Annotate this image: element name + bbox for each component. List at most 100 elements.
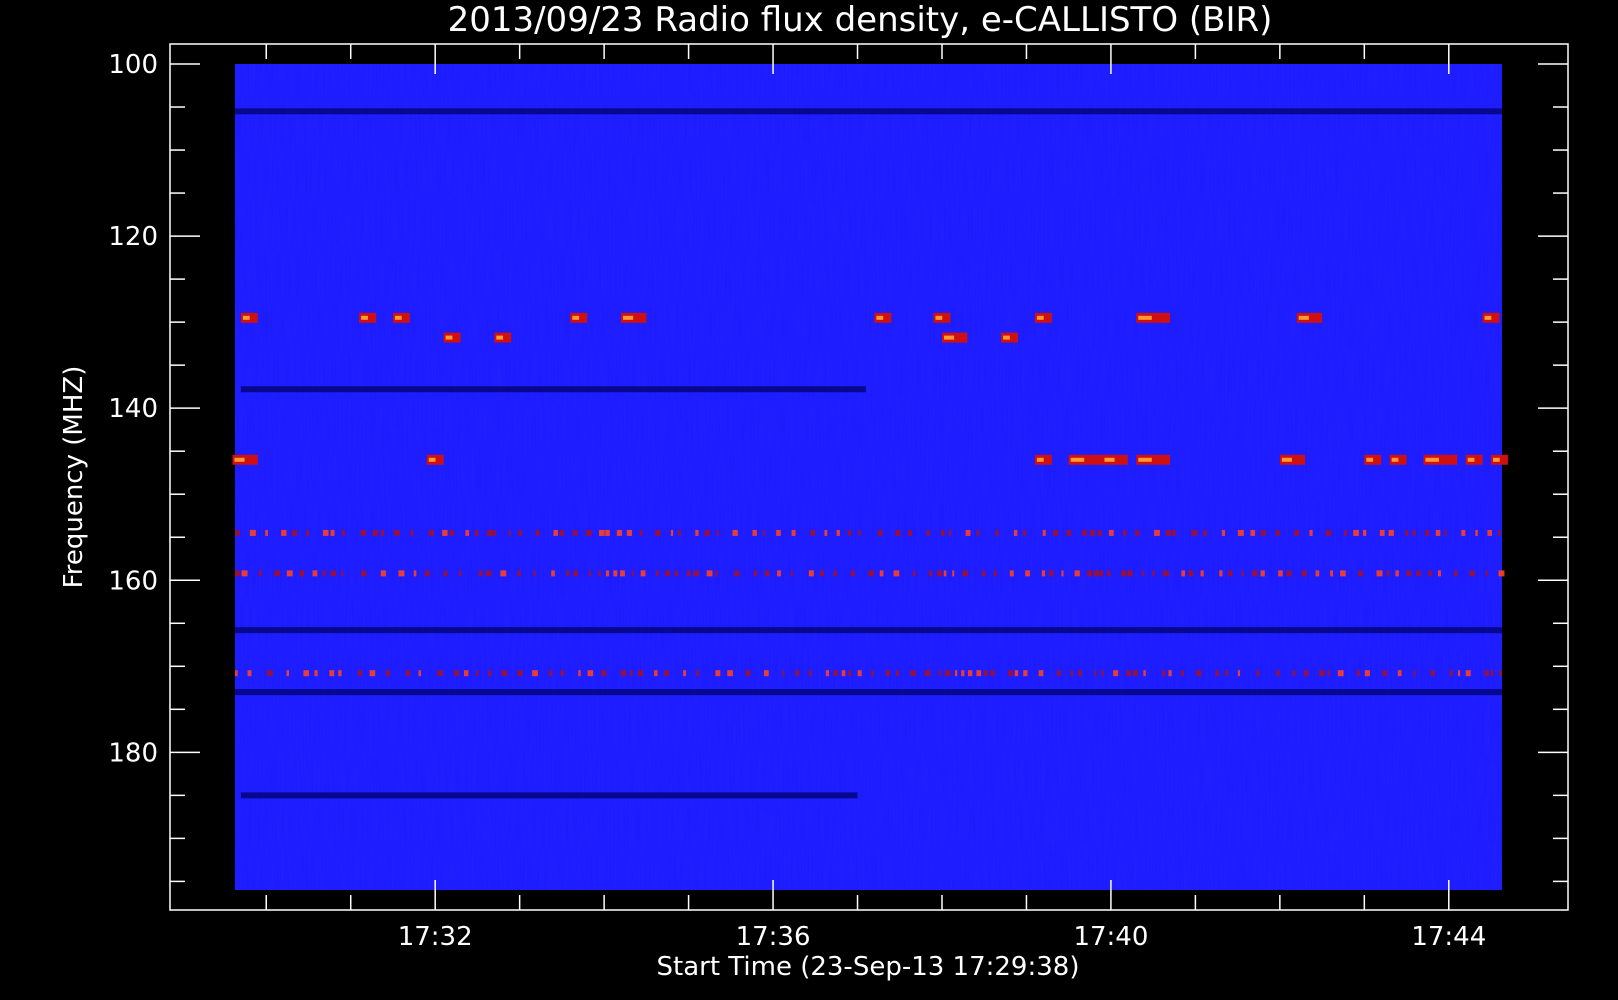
heatmap-speckle [683,670,687,677]
heatmap-speckle [943,570,947,577]
heatmap-speckle [249,529,256,536]
heatmap-speckle [501,670,508,677]
heatmap-speckle [965,529,971,536]
heatmap-speckle [398,570,405,577]
heatmap-speckle [924,670,931,677]
heatmap-burst-core [445,335,453,340]
heatmap-speckle [995,529,999,536]
heatmap-burst-core [242,315,250,320]
heatmap-speckle [948,529,952,536]
heatmap-speckle [286,670,289,677]
heatmap-speckle [1278,570,1283,577]
heatmap-speckle [961,670,965,677]
heatmap-band-dark [235,627,1502,634]
heatmap-speckle [330,570,337,577]
heatmap-speckle [291,529,298,536]
heatmap-speckle [1227,570,1233,577]
heatmap-speckle [895,529,901,536]
x-tick-label: 17:32 [398,922,473,952]
heatmap-speckle [1353,529,1359,536]
heatmap-speckle [303,670,310,677]
heatmap-speckle [241,570,248,577]
heatmap-speckle [1337,670,1344,677]
heatmap-burst-core [394,315,402,320]
heatmap-speckle [715,570,718,577]
heatmap-speckle [267,670,273,677]
heatmap-burst-core [1298,315,1309,320]
heatmap-speckle [1251,570,1258,577]
heatmap-speckle [1009,570,1014,577]
heatmap-speckle [858,529,861,536]
heatmap-speckle [1219,570,1223,577]
heatmap-speckle [655,570,659,577]
heatmap-speckle [1097,529,1102,536]
heatmap-speckle [1406,570,1412,577]
heatmap-speckle [488,670,492,677]
heatmap-speckle [670,529,674,536]
heatmap-speckle [1344,529,1347,536]
y-tick-label: 140 [108,394,158,424]
heatmap-speckle [962,570,968,577]
heatmap-speckle [745,670,751,677]
heatmap-speckle [952,570,955,577]
heatmap-speckle [486,529,493,536]
heatmap-speckle [1461,529,1466,536]
heatmap-speckle [753,570,757,577]
heatmap-speckle [693,570,699,577]
heatmap-speckle [493,529,497,536]
heatmap-speckle [941,529,945,536]
heatmap-speckle [1089,529,1096,536]
heatmap-speckle [810,529,816,536]
heatmap-speckle [1485,570,1488,577]
heatmap-speckle [1154,529,1160,536]
spectrogram-heatmap [232,64,1508,890]
x-tick-label: 17:40 [1073,922,1148,952]
heatmap-speckle [1225,670,1228,677]
heatmap-burst-core [876,315,884,320]
heatmap-speckle [601,670,607,677]
heatmap-speckle [1428,570,1432,577]
heatmap-speckle [1107,570,1111,577]
heatmap-speckle [1057,670,1062,677]
heatmap-speckle [848,670,851,677]
heatmap-speckle [281,529,287,536]
chart-title: 2013/09/23 Radio flux density, e-CALLIST… [448,0,1273,40]
heatmap-speckle [258,570,262,577]
heatmap-speckle [465,529,469,536]
heatmap-speckle [1168,670,1172,677]
heatmap-speckle [1437,570,1441,577]
heatmap-speckle [1490,670,1494,677]
heatmap-speckle [791,529,796,536]
heatmap-speckle [764,570,770,577]
heatmap-speckle [599,529,605,536]
heatmap-speckle [341,570,344,577]
heatmap-band-dark [235,108,1502,115]
heatmap-speckle [678,529,682,536]
heatmap-speckle [967,670,973,677]
heatmap-speckle [841,670,846,677]
y-axis-label: Frequency (MHZ) [59,366,89,589]
heatmap-speckle [1256,670,1260,677]
heatmap-speckle [928,570,933,577]
heatmap-burst-core [943,335,955,340]
heatmap-speckle [631,570,634,577]
heatmap-speckle [1066,529,1072,536]
heatmap-speckle [361,570,367,577]
heatmap-speckle [553,529,558,536]
heatmap-band-dark [240,386,866,393]
heatmap-speckle [954,670,958,677]
heatmap-speckle [926,529,930,536]
heatmap-speckle [1143,670,1146,677]
heatmap-speckle [777,570,781,577]
heatmap-speckle [1126,670,1131,677]
heatmap-speckle [357,670,363,677]
heatmap-speckle [665,570,671,577]
heatmap-speckle [1294,529,1300,536]
heatmap-speckle [908,529,912,536]
heatmap-speckle [1014,670,1019,677]
x-axis-label: Start Time (23-Sep-13 17:29:38) [657,952,1080,982]
heatmap-speckle [247,670,252,677]
heatmap-speckle [437,670,443,677]
heatmap-speckle [1200,570,1204,577]
heatmap-speckle [1162,570,1169,577]
